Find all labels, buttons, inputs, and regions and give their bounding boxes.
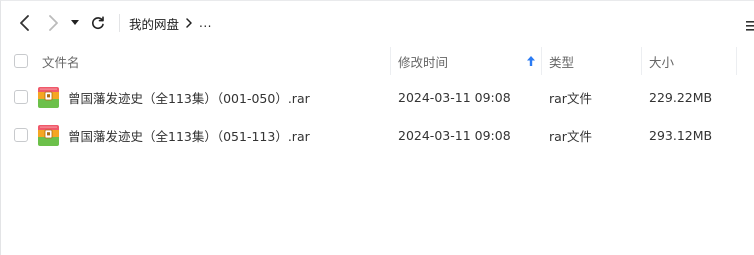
toolbar-divider [119,14,120,32]
file-row[interactable]: 曾国藩发迹史（全113集）（051-113）.rar 2024-03-11 09… [1,116,754,154]
caret-down-icon [71,20,79,25]
file-row[interactable]: 曾国藩发迹史（全113集）（001-050）.rar 2024-03-11 09… [1,78,754,116]
column-header-modified[interactable]: 修改时间 [398,46,541,76]
column-divider [641,47,642,75]
refresh-button[interactable] [86,11,110,35]
column-divider [736,47,737,75]
column-header-type[interactable]: 类型 [549,46,574,76]
file-name: 曾国藩发迹史（全113集）（051-113）.rar [68,128,310,144]
breadcrumb-more[interactable]: ... [199,16,212,30]
history-dropdown-button[interactable] [67,11,83,35]
file-type: rar文件 [549,128,592,144]
view-toggle-icon[interactable] [746,17,754,31]
chevron-right-icon [185,18,193,28]
forward-button[interactable] [41,11,65,35]
row-checkbox[interactable] [14,90,28,104]
column-header-size[interactable]: 大小 [649,46,674,76]
file-name: 曾国藩发迹史（全113集）（001-050）.rar [68,90,310,106]
file-size: 293.12MB [649,127,713,143]
column-header-name[interactable]: 文件名 [42,46,80,76]
select-all-checkbox[interactable] [14,54,28,68]
column-divider [541,47,542,75]
back-button[interactable] [13,11,37,35]
breadcrumb: 我的网盘 ... [129,1,212,45]
file-browser-window: 我的网盘 ... 文件名 修改时间 类型 大小 曾国藩发迹史（全113集）（00… [0,0,754,255]
sort-ascending-icon [527,56,535,66]
column-divider [390,47,391,75]
chevron-right-icon [49,15,58,31]
chevron-left-icon [20,15,29,31]
refresh-icon [92,16,104,30]
file-modified: 2024-03-11 09:08 [398,127,511,143]
row-checkbox[interactable] [14,128,28,142]
archive-file-icon [38,125,59,146]
file-size: 229.22MB [649,89,713,105]
column-header-modified-label: 修改时间 [398,54,449,70]
table-header: 文件名 修改时间 类型 大小 [1,46,754,76]
file-modified: 2024-03-11 09:08 [398,89,511,105]
toolbar: 我的网盘 ... [1,1,754,45]
archive-file-icon [38,87,59,108]
breadcrumb-root[interactable]: 我的网盘 [129,14,179,33]
file-type: rar文件 [549,90,592,106]
